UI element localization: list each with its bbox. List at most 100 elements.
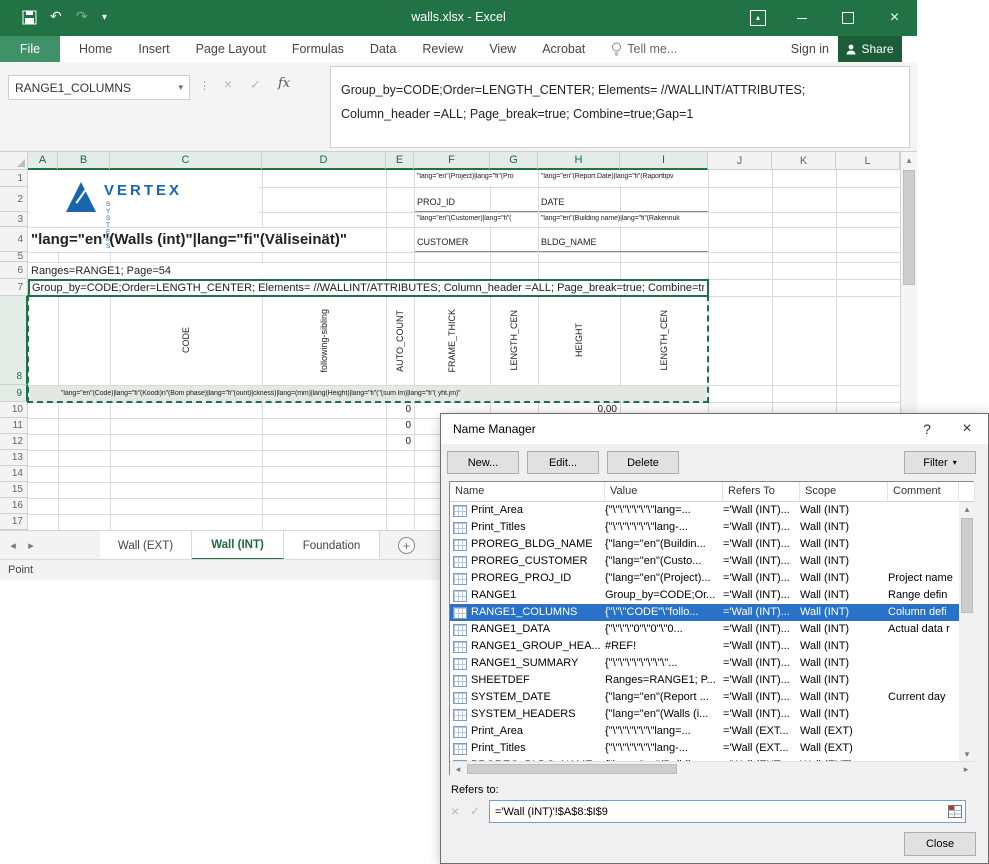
list-header-comment[interactable]: Comment — [888, 482, 959, 502]
cell-f3[interactable]: "lang="en"(Customer)|lang="fi"( — [417, 215, 536, 222]
dialog-help-button[interactable]: ? — [910, 414, 944, 444]
select-all-corner[interactable] — [0, 152, 28, 170]
tab-formulas[interactable]: Formulas — [279, 42, 357, 56]
name-row-print-area[interactable]: Print_Area{"\"\"\"\"\"\"lang=...='Wall (… — [450, 502, 959, 519]
scroll-up-icon[interactable]: ▴ — [901, 152, 917, 168]
row-header-1[interactable]: 1 — [0, 170, 28, 187]
list-horizontal-scrollbar[interactable]: ◂ ▸ — [450, 761, 975, 776]
dialog-close-action-button[interactable]: Close — [904, 832, 976, 856]
ribbon-display-options-icon[interactable]: ▴ — [750, 10, 766, 26]
tab-file[interactable]: File — [0, 36, 60, 62]
list-header-refers-to[interactable]: Refers To — [723, 482, 800, 502]
column-header-h[interactable]: H — [538, 152, 620, 170]
cell-a4-title[interactable]: "lang="en"(Walls (int)"|lang="fi"(Välise… — [31, 231, 383, 248]
cell-row9-labels[interactable]: "lang="en"(Code)|lang="fi"(Koodi)n"(Bom … — [61, 390, 705, 397]
list-header-scope[interactable]: Scope — [800, 482, 888, 502]
scroll-right-icon[interactable]: ▸ — [960, 764, 972, 775]
name-box-dropdown-icon[interactable]: ▾ — [178, 82, 183, 93]
row-header-3[interactable]: 3 — [0, 212, 28, 227]
name-row-system-headers[interactable]: SYSTEM_HEADERS{"lang="en"(Walls (i...='W… — [450, 706, 959, 723]
name-row-range1-data[interactable]: RANGE1_DATA{"\"\"\"0"\"0"\"0...='Wall (I… — [450, 621, 959, 638]
row-header-17[interactable]: 17 — [0, 514, 28, 530]
column-header-i[interactable]: I — [620, 152, 708, 170]
rotated-header-code[interactable]: CODE — [178, 298, 194, 383]
tab-acrobat[interactable]: Acrobat — [529, 42, 598, 56]
rotated-header-length-cen-2[interactable]: LENGTH_CEN — [656, 298, 672, 383]
rotated-header-following-sibling[interactable]: following-sibling — [316, 298, 332, 383]
column-header-b[interactable]: B — [58, 152, 110, 170]
row-header-8[interactable]: 8 — [0, 296, 28, 385]
add-sheet-button[interactable]: + — [398, 537, 415, 554]
cell-a7[interactable]: Group_by=CODE;Order=LENGTH_CENTER; Eleme… — [32, 282, 704, 294]
collapse-dialog-icon[interactable] — [947, 804, 963, 819]
scrollbar-thumb[interactable] — [903, 170, 915, 285]
column-header-j[interactable]: J — [708, 152, 772, 170]
row-header-7[interactable]: 7 — [0, 279, 28, 296]
list-header-name[interactable]: Name — [450, 482, 605, 502]
scroll-down-icon[interactable]: ▾ — [959, 747, 975, 761]
name-row-proreg-proj-id[interactable]: PROREG_PROJ_ID{"lang="en"(Project)...='W… — [450, 570, 959, 587]
cell-e10[interactable]: 0 — [386, 404, 411, 415]
delete-button[interactable]: Delete — [607, 451, 679, 474]
tab-insert[interactable]: Insert — [125, 42, 182, 56]
sheet-tab-foundation[interactable]: Foundation — [284, 531, 380, 560]
row-header-16[interactable]: 16 — [0, 498, 28, 514]
refers-to-input[interactable]: ='Wall (INT)'!$A$8:$I$9 — [489, 800, 966, 823]
scrollbar-thumb[interactable] — [961, 518, 973, 613]
cell-e11[interactable]: 0 — [386, 420, 411, 431]
insert-function-icon[interactable]: fx — [278, 76, 290, 91]
filter-button[interactable]: Filter ▾ — [904, 451, 976, 474]
column-header-g[interactable]: G — [490, 152, 538, 170]
name-row-sheetdef[interactable]: SHEETDEFRanges=RANGE1; P...='Wall (INT).… — [450, 672, 959, 689]
scroll-left-icon[interactable]: ◂ — [452, 764, 464, 775]
tab-data[interactable]: Data — [357, 42, 409, 56]
column-header-a[interactable]: A — [28, 152, 58, 170]
name-row-proreg-bldg-name[interactable]: PROREG_BLDG_NAME{"lang="en"(Buildin...='… — [450, 536, 959, 553]
scrollbar-thumb[interactable] — [467, 764, 677, 774]
name-box[interactable]: RANGE1_COLUMNS ▾ — [8, 75, 190, 100]
cell-e12[interactable]: 0 — [386, 436, 411, 447]
tab-page-layout[interactable]: Page Layout — [183, 42, 279, 56]
row-header-5[interactable]: 5 — [0, 252, 28, 262]
row-header-4[interactable]: 4 — [0, 227, 28, 252]
close-button[interactable]: × — [872, 0, 917, 36]
rotated-header-frame-thick[interactable]: FRAME_THICK — [444, 298, 460, 383]
cell-h4[interactable]: BLDG_NAME — [541, 237, 597, 247]
tab-review[interactable]: Review — [409, 42, 476, 56]
name-row-system-date[interactable]: SYSTEM_DATE{"lang="en"(Report ...='Wall … — [450, 689, 959, 706]
row-header-13[interactable]: 13 — [0, 450, 28, 466]
sign-in-link[interactable]: Sign in — [791, 36, 829, 62]
row-header-15[interactable]: 15 — [0, 482, 28, 498]
scroll-up-icon[interactable]: ▴ — [959, 502, 975, 516]
sheet-tab-wall-ext[interactable]: Wall (EXT) — [100, 531, 192, 560]
maximize-button[interactable] — [824, 0, 872, 36]
sheet-tab-wall-int[interactable]: Wall (INT) — [192, 531, 284, 560]
column-header-d[interactable]: D — [262, 152, 386, 170]
cell-h1[interactable]: "lang="en"(Report Date)|lang="fi"(Raport… — [541, 173, 706, 180]
sheet-nav-left-icon[interactable]: ◂ — [6, 538, 20, 552]
cell-a6[interactable]: Ranges=RANGE1; Page=54 — [31, 265, 361, 277]
name-row-range1[interactable]: RANGE1Group_by=CODE;Or...='Wall (INT)...… — [450, 587, 959, 604]
edit-button[interactable]: Edit... — [527, 451, 599, 474]
name-row-print-area-ext[interactable]: Print_Area{"\"\"\"\"\"\"lang=...='Wall (… — [450, 723, 959, 740]
column-header-c[interactable]: C — [110, 152, 262, 170]
sheet-nav-right-icon[interactable]: ▸ — [24, 538, 38, 552]
cell-f2[interactable]: PROJ_ID — [417, 197, 455, 207]
rotated-header-length-cen[interactable]: LENGTH_CEN — [506, 298, 522, 383]
cell-h2[interactable]: DATE — [541, 197, 564, 207]
rotated-header-auto-count[interactable]: AUTO_COUNT — [392, 298, 408, 383]
name-row-range1-columns-selected[interactable]: RANGE1_COLUMNS{"\"\"CODE"\"follo...='Wal… — [450, 604, 959, 621]
row-header-9[interactable]: 9 — [0, 385, 28, 402]
column-header-f[interactable]: F — [414, 152, 490, 170]
formula-bar-handle-icon[interactable]: ⋮ — [199, 79, 210, 92]
name-row-print-titles-ext[interactable]: Print_Titles{"\"\"\"\"\"\"lang-...='Wall… — [450, 740, 959, 757]
row-header-6[interactable]: 6 — [0, 262, 28, 279]
list-vertical-scrollbar[interactable]: ▴ ▾ — [959, 502, 975, 761]
cell-h3[interactable]: "lang="en"(Building name)|lang="fi"(Rake… — [541, 215, 706, 222]
column-header-e[interactable]: E — [386, 152, 414, 170]
rotated-header-height[interactable]: HEIGHT — [571, 298, 587, 383]
column-header-k[interactable]: K — [772, 152, 836, 170]
name-row-range1-group-header[interactable]: RANGE1_GROUP_HEA...#REF!='Wall (INT)...W… — [450, 638, 959, 655]
name-row-print-titles[interactable]: Print_Titles{"\"\"\"\"\"\"lang-...='Wall… — [450, 519, 959, 536]
row-header-14[interactable]: 14 — [0, 466, 28, 482]
